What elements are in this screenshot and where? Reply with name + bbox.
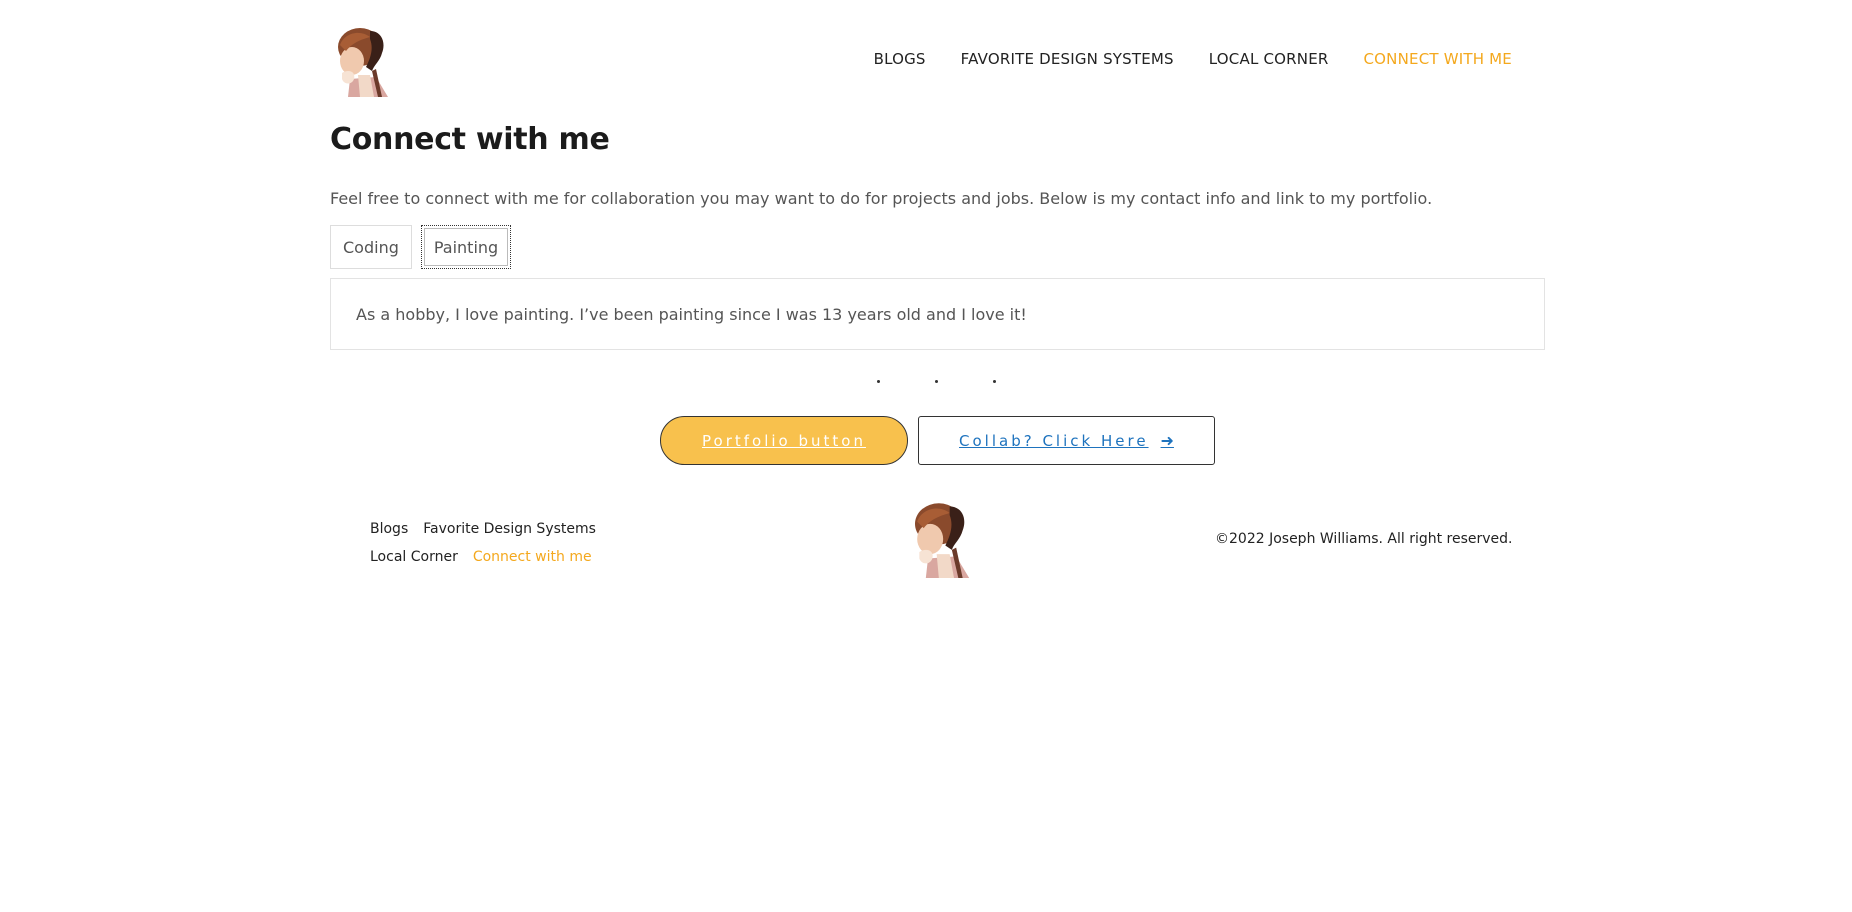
woman-portrait-logo-icon xyxy=(915,503,970,578)
portfolio-button-label: Portfolio button xyxy=(702,431,866,450)
nav-blogs[interactable]: BLOGS xyxy=(874,50,926,68)
tab-painting[interactable]: Painting xyxy=(420,225,512,269)
footer-logo[interactable] xyxy=(905,500,977,578)
tab-coding[interactable]: Coding xyxy=(330,225,412,269)
main-nav: BLOGS FAVORITE DESIGN SYSTEMS LOCAL CORN… xyxy=(874,50,1512,68)
intro-text: Feel free to connect with me for collabo… xyxy=(330,189,1433,208)
tab-panel-text: As a hobby, I love painting. I’ve been p… xyxy=(356,304,1027,324)
separator-dot xyxy=(993,380,996,383)
header-logo[interactable] xyxy=(330,25,394,97)
portfolio-button[interactable]: Portfolio button xyxy=(660,416,908,465)
separator-dot xyxy=(935,380,938,383)
footer-link-blogs[interactable]: Blogs xyxy=(370,515,408,543)
nav-local-corner[interactable]: LOCAL CORNER xyxy=(1209,50,1329,68)
footer-link-connect-with-me[interactable]: Connect with me xyxy=(473,543,592,571)
page-title: Connect with me xyxy=(330,122,610,157)
arrow-right-icon: ➜ xyxy=(1160,431,1174,450)
copyright-text: ©2022 Joseph Williams. All right reserve… xyxy=(1215,531,1513,547)
tab-panel: As a hobby, I love painting. I’ve been p… xyxy=(330,278,1545,350)
collab-button-label: Collab? Click Here xyxy=(959,431,1149,450)
footer-nav: Blogs Favorite Design Systems Local Corn… xyxy=(370,515,596,571)
tab-list: Coding Painting xyxy=(330,225,512,269)
nav-connect-with-me[interactable]: CONNECT WITH ME xyxy=(1364,50,1513,68)
separator-dots xyxy=(877,380,996,383)
footer-link-favorite-design-systems[interactable]: Favorite Design Systems xyxy=(423,515,596,543)
footer-link-local-corner[interactable]: Local Corner xyxy=(370,543,458,571)
separator-dot xyxy=(877,380,880,383)
collab-button[interactable]: Collab? Click Here ➜ xyxy=(918,416,1215,465)
woman-portrait-logo-icon xyxy=(338,28,388,97)
nav-favorite-design-systems[interactable]: FAVORITE DESIGN SYSTEMS xyxy=(961,50,1174,68)
